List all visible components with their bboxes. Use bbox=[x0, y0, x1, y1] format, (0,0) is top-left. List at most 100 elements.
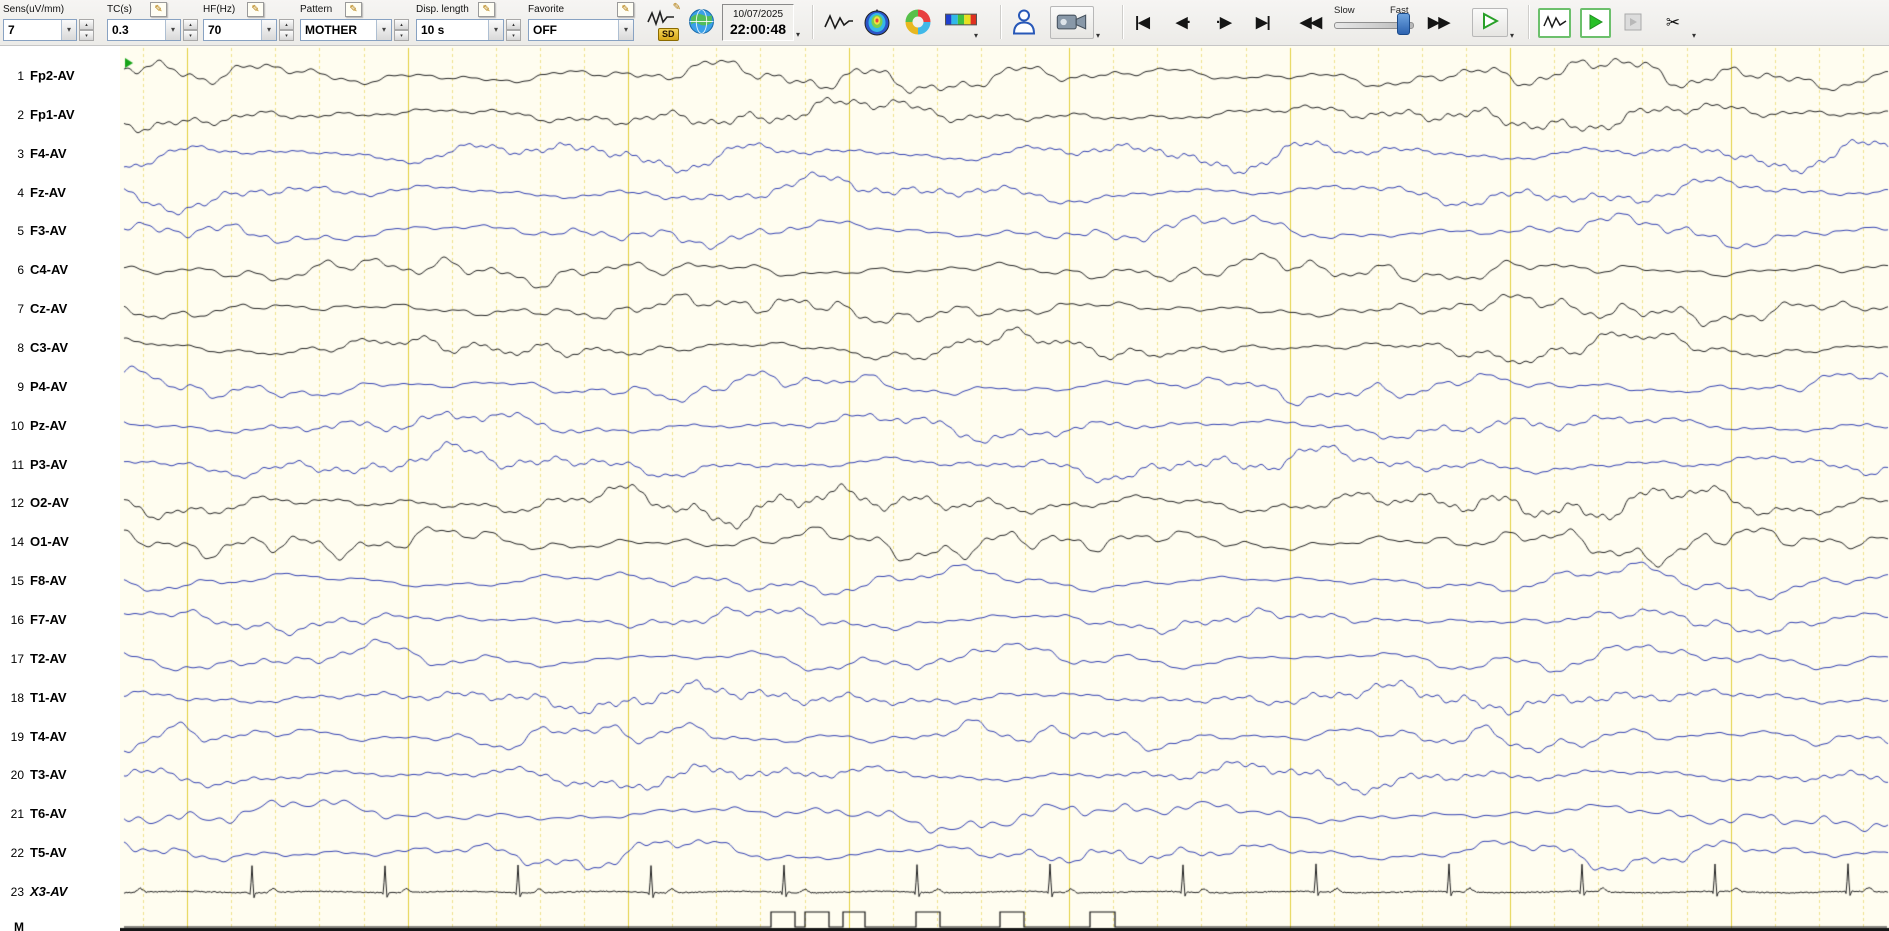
channel-label: X3-AV bbox=[30, 884, 68, 900]
tc-select[interactable]: 0.3 ▾ bbox=[107, 19, 181, 41]
head-topography-icon bbox=[864, 9, 890, 36]
clip-tools-dropdown-icon[interactable]: ▾ bbox=[1692, 31, 1696, 40]
chevron-down-icon[interactable]: ▾ bbox=[376, 20, 391, 40]
person-icon bbox=[1012, 9, 1036, 35]
channel-row[interactable]: 11 P3-AV bbox=[0, 456, 120, 474]
channel-row[interactable]: 6 C4-AV bbox=[0, 261, 120, 279]
channel-label: Fp1-AV bbox=[30, 106, 75, 122]
channel-number: 23 bbox=[10, 885, 24, 900]
channel-label: Fz-AV bbox=[30, 184, 66, 200]
channel-row[interactable]: 8 C3-AV bbox=[0, 339, 120, 357]
channel-row[interactable]: 5 F3-AV bbox=[0, 222, 120, 240]
skip-to-end-button[interactable]: ▶| bbox=[1256, 13, 1271, 31]
channel-row[interactable]: 7 Cz-AV bbox=[0, 300, 120, 318]
channel-row[interactable]: 1 Fp2-AV bbox=[0, 67, 120, 85]
spin-down-icon[interactable]: ▾ bbox=[183, 30, 198, 41]
auto-play-button[interactable] bbox=[1580, 8, 1611, 38]
date-display: 10/07/2025 bbox=[732, 9, 784, 20]
topo-map-button[interactable] bbox=[862, 8, 892, 38]
sensitivity-select[interactable]: 7 ▾ bbox=[3, 19, 77, 41]
favorite-select[interactable]: OFF ▾ bbox=[528, 19, 634, 41]
spin-up-icon[interactable]: ▴ bbox=[506, 19, 521, 30]
wave-display-button[interactable] bbox=[822, 10, 856, 36]
toolbar-separator bbox=[812, 5, 814, 39]
hf-select[interactable]: 70 ▾ bbox=[203, 19, 277, 41]
video-button[interactable] bbox=[1050, 6, 1094, 39]
scissors-icon: ✂ bbox=[1665, 13, 1681, 32]
channel-row[interactable]: 10 Pz-AV bbox=[0, 417, 120, 435]
channel-row[interactable]: 14 O1-AV bbox=[0, 533, 120, 551]
channel-row[interactable]: 23 X3-AV bbox=[0, 883, 120, 901]
pattern-label: Pattern bbox=[300, 4, 333, 15]
pattern-select[interactable]: MOTHER ▾ bbox=[300, 19, 392, 41]
skip-to-start-button[interactable]: |◀ bbox=[1135, 13, 1150, 31]
eeg-trace-canvas[interactable] bbox=[120, 46, 1889, 931]
spin-down-icon[interactable]: ▾ bbox=[279, 30, 294, 41]
video-dropdown-icon[interactable]: ▾ bbox=[1096, 31, 1100, 40]
fast-forward-button[interactable]: ▶▶ bbox=[1428, 13, 1450, 31]
spin-up-icon[interactable]: ▴ bbox=[183, 19, 198, 30]
channel-row[interactable]: 21 T6-AV bbox=[0, 805, 120, 823]
step-back-button[interactable]: ◀· bbox=[1176, 13, 1192, 31]
speed-slider-handle[interactable] bbox=[1397, 13, 1410, 35]
channel-row[interactable]: 9 P4-AV bbox=[0, 378, 120, 396]
favorite-edit-icon[interactable]: ✎ bbox=[617, 2, 634, 17]
dsa-donut-button[interactable] bbox=[903, 8, 933, 38]
hf-stepper: ▴ ▾ bbox=[279, 19, 294, 41]
spin-down-icon[interactable]: ▾ bbox=[79, 30, 94, 41]
chevron-down-icon[interactable]: ▾ bbox=[618, 20, 633, 40]
spin-up-icon[interactable]: ▴ bbox=[79, 19, 94, 30]
marker-channel-row[interactable]: M bbox=[0, 918, 120, 931]
channel-row[interactable]: 18 T1-AV bbox=[0, 689, 120, 707]
clip-tools-button[interactable]: ✂ bbox=[1656, 8, 1690, 38]
chevron-down-icon[interactable]: ▾ bbox=[61, 20, 76, 40]
favorite-value: OFF bbox=[533, 23, 557, 37]
colormap-dropdown-icon[interactable]: ▾ bbox=[974, 31, 978, 40]
map-globe-button[interactable] bbox=[686, 8, 716, 38]
channel-row[interactable]: 4 Fz-AV bbox=[0, 184, 120, 202]
chevron-down-icon[interactable]: ▾ bbox=[488, 20, 503, 40]
video-camera-icon bbox=[1056, 13, 1087, 30]
channel-row[interactable]: 19 T4-AV bbox=[0, 728, 120, 746]
channel-label: T1-AV bbox=[30, 689, 67, 705]
pattern-stepper: ▴ ▾ bbox=[394, 19, 409, 41]
disabled-tool-button[interactable] bbox=[1620, 11, 1646, 36]
play-button[interactable] bbox=[1472, 8, 1508, 37]
spin-up-icon[interactable]: ▴ bbox=[279, 19, 294, 30]
display-length-value: 10 s bbox=[421, 23, 445, 37]
colormap-button[interactable] bbox=[944, 12, 978, 30]
channel-row[interactable]: 12 O2-AV bbox=[0, 494, 120, 512]
display-length-edit-icon[interactable]: ✎ bbox=[478, 2, 495, 17]
display-length-select[interactable]: 10 s ▾ bbox=[416, 19, 504, 41]
channel-label: Fp2-AV bbox=[30, 68, 75, 83]
pattern-edit-icon[interactable]: ✎ bbox=[345, 2, 362, 17]
auto-analysis-button[interactable] bbox=[1538, 8, 1571, 38]
spin-up-icon[interactable]: ▴ bbox=[394, 19, 409, 30]
channel-label: T6-AV bbox=[30, 806, 67, 822]
hf-edit-icon[interactable]: ✎ bbox=[247, 2, 264, 17]
sensitivity-label: Sens(uV/mm) bbox=[3, 4, 65, 15]
spin-down-icon[interactable]: ▾ bbox=[394, 30, 409, 41]
spin-down-icon[interactable]: ▾ bbox=[506, 30, 521, 41]
play-dropdown-icon[interactable]: ▾ bbox=[1510, 31, 1514, 40]
toolbar-separator bbox=[1122, 5, 1124, 39]
rewind-button[interactable]: ◀◀ bbox=[1300, 13, 1322, 31]
channel-label: F7-AV bbox=[30, 612, 67, 628]
channel-row[interactable]: 17 T2-AV bbox=[0, 650, 120, 668]
channel-row[interactable]: 22 T5-AV bbox=[0, 844, 120, 862]
globe-icon bbox=[688, 9, 714, 34]
channel-row[interactable]: 16 F7-AV bbox=[0, 611, 120, 629]
channel-row[interactable]: 20 T3-AV bbox=[0, 766, 120, 784]
step-forward-button[interactable]: ·▶ bbox=[1216, 13, 1232, 31]
channel-row[interactable]: 2 Fp1-AV bbox=[0, 106, 120, 124]
chevron-down-icon[interactable]: ▾ bbox=[261, 20, 276, 40]
chevron-down-icon[interactable]: ▾ bbox=[165, 20, 180, 40]
tc-stepper: ▴ ▾ bbox=[183, 19, 198, 41]
datetime-dropdown-icon[interactable]: ▾ bbox=[796, 30, 800, 39]
tc-edit-icon[interactable]: ✎ bbox=[150, 2, 167, 17]
channel-row[interactable]: 15 F8-AV bbox=[0, 572, 120, 590]
color-donut-icon bbox=[905, 9, 931, 35]
channel-row[interactable]: 3 F4-AV bbox=[0, 145, 120, 163]
patient-info-button[interactable] bbox=[1010, 8, 1038, 38]
channel-label: F8-AV bbox=[30, 573, 67, 589]
